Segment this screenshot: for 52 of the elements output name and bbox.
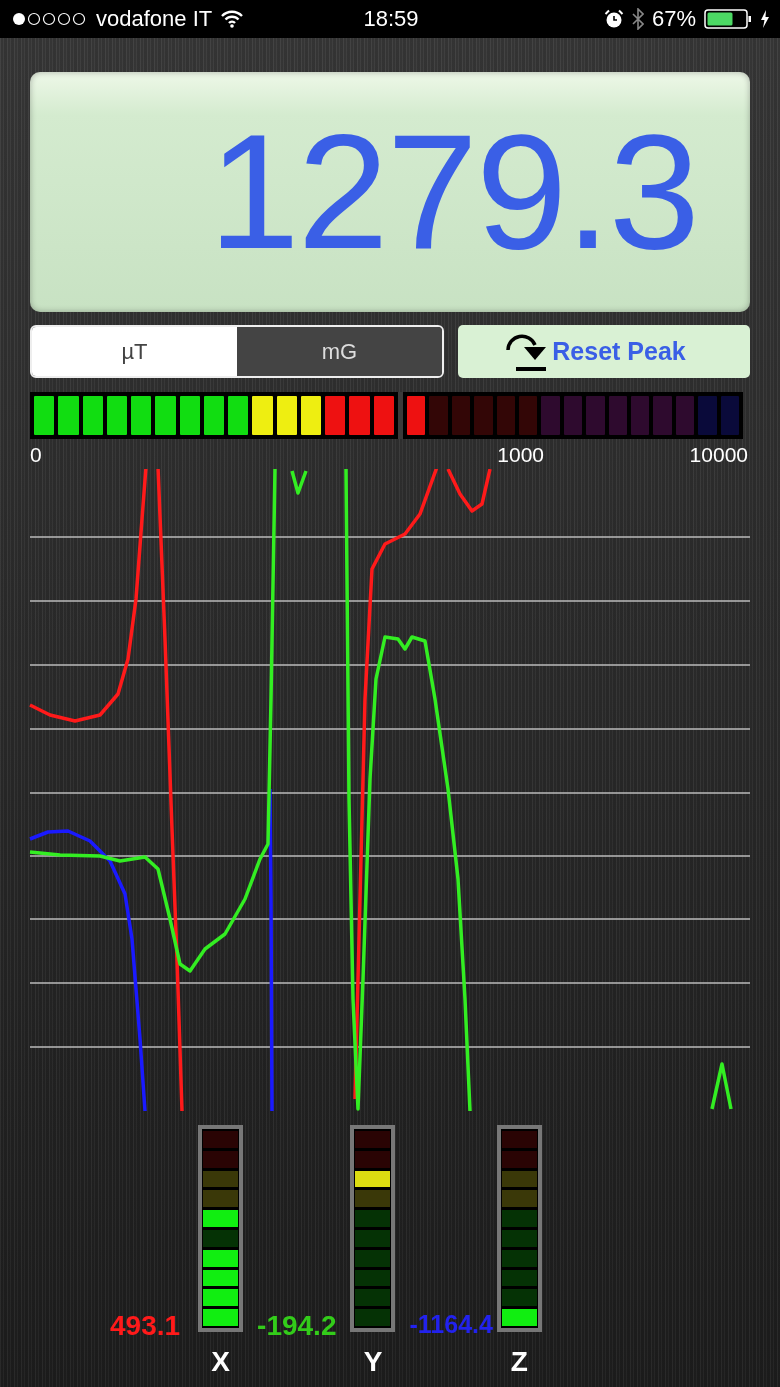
axis-label: X [211, 1346, 230, 1378]
meter-segment [34, 396, 55, 435]
meter-segment [653, 396, 672, 435]
battery-percent: 67% [651, 6, 696, 32]
meter-segment [82, 396, 103, 435]
meter-segment [608, 396, 628, 435]
axis-reading: -194.2 [257, 1310, 337, 1342]
bluetooth-icon [631, 8, 644, 30]
meter-segment [349, 396, 370, 435]
unit-tab[interactable]: µT [32, 327, 237, 376]
meter-segment [429, 396, 448, 435]
meter-segment [541, 396, 560, 435]
scale-label: 1000 [497, 443, 544, 467]
axis-label: Z [510, 1346, 528, 1378]
meter-segment [228, 396, 249, 435]
unit-tab[interactable]: mG [237, 327, 442, 376]
scale-label: 0 [30, 443, 42, 467]
meter-segment [631, 396, 650, 435]
meter-segment [474, 396, 493, 435]
meter-segment [276, 396, 297, 435]
carrier-name: vodafone IT [96, 6, 213, 32]
meter-segment [179, 396, 200, 435]
meter-segment [563, 396, 583, 435]
reset-peak-button[interactable]: Reset Peak [458, 325, 750, 378]
meter-segment [203, 396, 225, 435]
meter-segment [407, 396, 426, 435]
axis-reading: 493.1 [110, 1310, 181, 1342]
scale-label: 10000 [689, 443, 748, 467]
meter-segment [675, 396, 695, 435]
clock-time: 18:59 [363, 6, 419, 32]
meter-segment [58, 396, 79, 435]
field-reading: 1279.3 [208, 110, 698, 274]
charging-icon [760, 10, 770, 28]
meter-segment [586, 396, 605, 435]
meter-segment [451, 396, 471, 435]
signal-icon [12, 12, 88, 26]
wifi-icon [220, 10, 245, 28]
meter-segment [155, 396, 176, 435]
alarm-icon [603, 9, 624, 29]
meter-segment [131, 396, 152, 435]
battery-icon [704, 9, 752, 29]
meter-segment [252, 396, 273, 435]
meter-segment [720, 396, 740, 435]
meter-segment [325, 396, 346, 435]
meter-segment [519, 396, 538, 435]
meter-segment [496, 396, 516, 435]
meter-segment [106, 396, 128, 435]
meter-segment [698, 396, 717, 435]
axis-reading: -1164.4 [409, 1310, 493, 1339]
axis-label: Y [363, 1346, 383, 1378]
meter-segment [300, 396, 322, 435]
meter-segment [373, 396, 394, 435]
